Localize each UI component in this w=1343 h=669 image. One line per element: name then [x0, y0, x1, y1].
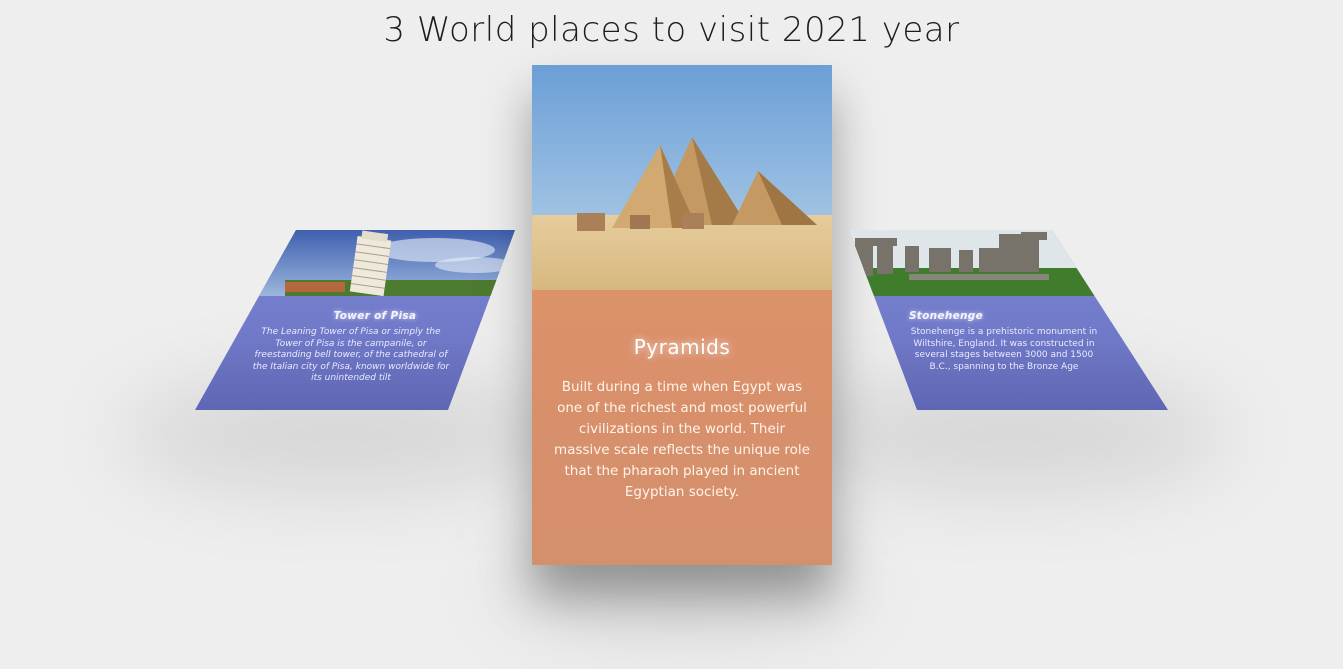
card-description: The Leaning Tower of Pisa or simply the … [252, 327, 450, 383]
page-title: 3 World places to visit 2021 year [383, 10, 960, 50]
card-title: Pyramids [633, 335, 731, 359]
card-title: Tower of Pisa [333, 310, 417, 322]
card-description: Built during a time when Egypt was one o… [554, 379, 810, 500]
card-description: Stonehenge is a prehistoric monument in … [910, 327, 1098, 372]
leaning-tower-photo [195, 230, 515, 296]
pyramids-photo [532, 65, 832, 290]
stonehenge-photo [849, 230, 1168, 296]
card-stonehenge[interactable]: Stonehenge Stonehenge is a prehistoric m… [849, 230, 1168, 410]
card-pyramids[interactable]: Pyramids Built during a time when Egypt … [532, 65, 832, 565]
card-title: Stonehenge [908, 310, 984, 322]
card-tower-of-pisa[interactable]: Tower of Pisa The Leaning Tower of Pisa … [195, 230, 515, 410]
